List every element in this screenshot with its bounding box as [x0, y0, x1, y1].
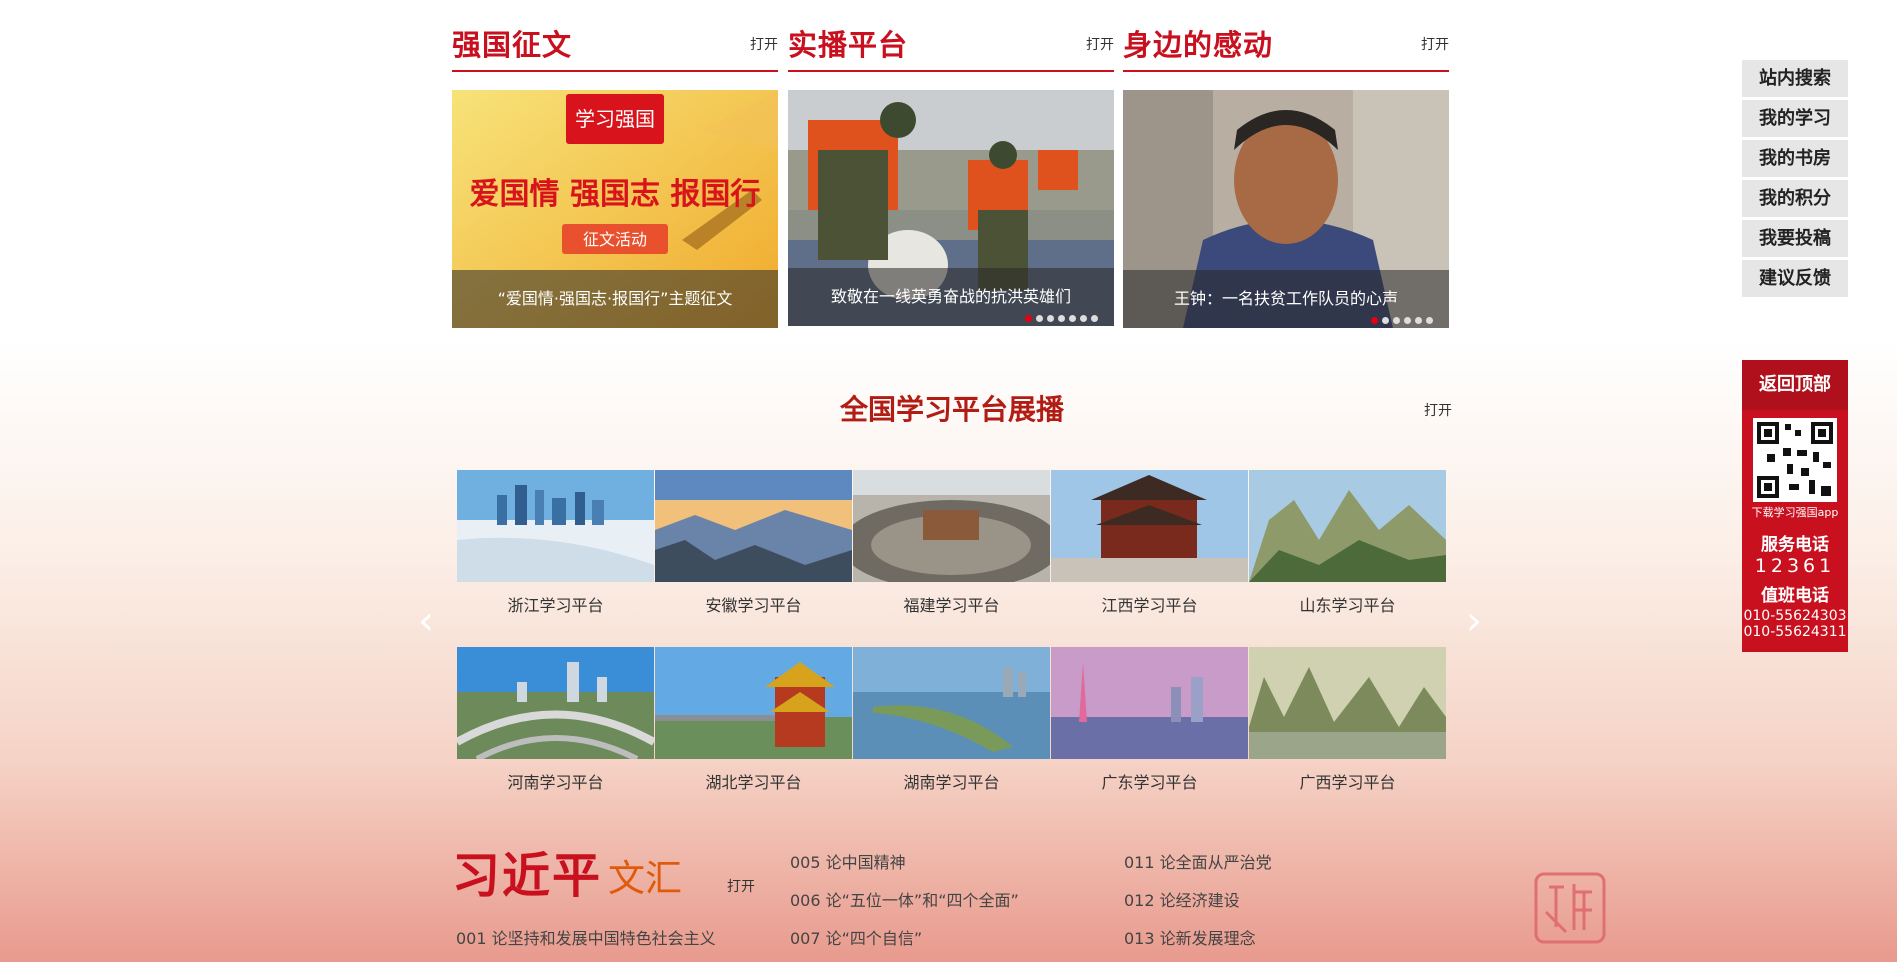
seal-stamp-icon — [1534, 872, 1606, 944]
my-study-button[interactable]: 我的学习 — [1742, 100, 1848, 137]
section-header: 身边的感动 打开 — [1123, 0, 1449, 72]
banner-logo-text: 学习强国 — [575, 107, 655, 131]
open-link[interactable]: 打开 — [1421, 34, 1449, 54]
contact-panel: 返回顶部 下载学习强国app 服务电话 12361 值班电话 010-55624… — [1742, 360, 1848, 652]
tile-image — [1249, 647, 1446, 759]
wenhui-link[interactable]: 007 论“四个自信” — [790, 925, 922, 949]
duty-phone-number: 010-55624311 — [1743, 624, 1847, 640]
platform-tile-jiangxi[interactable]: 江西学习平台 — [1051, 470, 1248, 615]
tile-label[interactable]: 广东学习平台 — [1051, 769, 1248, 793]
carousel-dot[interactable] — [1371, 317, 1378, 324]
wenhui-link[interactable]: 011 论全面从严治党 — [1124, 849, 1272, 873]
carousel-dot[interactable] — [1393, 317, 1400, 324]
section-title: 实播平台 — [788, 28, 909, 62]
carousel-next-icon[interactable]: › — [1466, 598, 1482, 644]
tile-label[interactable]: 湖北学习平台 — [655, 769, 852, 793]
tile-image — [1249, 470, 1446, 582]
section-header: 强国征文 打开 — [452, 0, 778, 72]
platform-tile-henan[interactable]: 河南学习平台 — [455, 647, 656, 792]
tile-label[interactable]: 河南学习平台 — [457, 769, 654, 793]
carousel-dot[interactable] — [1080, 315, 1087, 322]
banner-sub: 征文活动 — [583, 230, 647, 249]
section-essay: 强国征文 打开 学习强国 爱国情 强国志 报国行 征文活动 “爱国情·强国志·报… — [452, 0, 778, 328]
tile-label[interactable]: 福建学习平台 — [853, 592, 1050, 616]
tile-image — [457, 470, 654, 582]
my-points-button[interactable]: 我的积分 — [1742, 180, 1848, 217]
platform-tile-guangdong[interactable]: 广东学习平台 — [1051, 647, 1248, 792]
carousel-dots — [1025, 315, 1098, 322]
carousel-prev-icon[interactable]: ‹ — [418, 598, 434, 644]
section-touching: 身边的感动 打开 王钟：一名扶贫工作队员的心声 — [1123, 0, 1449, 328]
platform-tile-guangxi[interactable]: 广西学习平台 — [1249, 647, 1446, 792]
my-bookshelf-button[interactable]: 我的书房 — [1742, 140, 1848, 177]
banner-headline: 爱国情 强国志 报国行 — [470, 177, 761, 212]
carousel-dot[interactable] — [1069, 315, 1076, 322]
platform-tile-anhui[interactable]: 安徽学习平台 — [655, 470, 852, 615]
duty-phone-label: 值班电话 — [1761, 586, 1829, 606]
tile-label[interactable]: 江西学习平台 — [1051, 592, 1248, 616]
tile-label[interactable]: 安徽学习平台 — [655, 592, 852, 616]
carousel-dot[interactable] — [1036, 315, 1043, 322]
platform-tile-zhejiang[interactable]: 浙江学习平台 — [457, 470, 654, 615]
showcase-open-link[interactable]: 打开 — [1424, 400, 1452, 420]
tile-label[interactable]: 浙江学习平台 — [457, 592, 654, 616]
tile-image — [655, 470, 852, 582]
tile-image — [1051, 647, 1248, 759]
carousel-dot[interactable] — [1047, 315, 1054, 322]
open-link[interactable]: 打开 — [1086, 34, 1114, 54]
section-header: 实播平台 打开 — [788, 0, 1114, 72]
platform-tile-shandong[interactable]: 山东学习平台 — [1249, 470, 1446, 615]
tile-label[interactable]: 广西学习平台 — [1249, 769, 1446, 793]
platform-tile-fujian[interactable]: 福建学习平台 — [841, 470, 1061, 615]
wenhui-link[interactable]: 005 论中国精神 — [790, 849, 906, 873]
platform-tile-hubei[interactable]: 湖北学习平台 — [655, 647, 852, 792]
wenhui-link[interactable]: 013 论新发展理念 — [1124, 925, 1256, 949]
section-broadcast: 实播平台 打开 致敬在一线英勇奋战的抗洪英雄们 — [788, 0, 1114, 326]
download-app-label[interactable]: 下载学习强国app — [1742, 504, 1848, 520]
carousel-dot[interactable] — [1091, 315, 1098, 322]
wenhui-link[interactable]: 006 论“五位一体”和“四个全面” — [790, 887, 1019, 911]
section-title: 强国征文 — [452, 28, 573, 62]
open-link[interactable]: 打开 — [750, 34, 778, 54]
wenhui-subtitle: 文汇 — [608, 857, 682, 900]
wenhui-link[interactable]: 001 论坚持和发展中国特色社会主义 — [456, 925, 716, 949]
showcase-title: 全国学习平台展播 — [840, 393, 1065, 426]
tile-image — [455, 647, 656, 762]
touching-card[interactable]: 王钟：一名扶贫工作队员的心声 — [1123, 90, 1449, 328]
tile-label[interactable]: 山东学习平台 — [1249, 592, 1446, 616]
service-phone-number: 12361 — [1754, 555, 1836, 577]
submit-article-button[interactable]: 我要投稿 — [1742, 220, 1848, 257]
broadcast-card[interactable]: 致敬在一线英勇奋战的抗洪英雄们 — [788, 90, 1114, 326]
tile-label[interactable]: 湖南学习平台 — [853, 769, 1050, 793]
platform-tile-hunan[interactable]: 湖南学习平台 — [853, 647, 1050, 792]
duty-phone-number: 010-55624303 — [1743, 608, 1847, 624]
feedback-button[interactable]: 建议反馈 — [1742, 260, 1848, 297]
right-sidebar: 站内搜索 我的学习 我的书房 我的积分 我要投稿 建议反馈 返回顶部 下载学习强… — [1742, 60, 1848, 652]
wenhui-link[interactable]: 012 论经济建设 — [1124, 887, 1240, 911]
tile-image — [841, 470, 1061, 590]
site-search-button[interactable]: 站内搜索 — [1742, 60, 1848, 97]
carousel-dot[interactable] — [1404, 317, 1411, 324]
card-caption[interactable]: “爱国情·强国志·报国行”主题征文 — [452, 270, 778, 328]
service-phone-label: 服务电话 — [1761, 535, 1829, 555]
carousel-dot[interactable] — [1426, 317, 1433, 324]
tile-image — [655, 647, 852, 759]
tile-image — [853, 647, 1050, 759]
carousel-dots — [1371, 317, 1433, 324]
wenhui-title: 习近平 — [452, 848, 603, 904]
wenhui-open-link[interactable]: 打开 — [727, 876, 755, 896]
carousel-dot[interactable] — [1058, 315, 1065, 322]
back-to-top-button[interactable]: 返回顶部 — [1742, 360, 1848, 410]
tile-image — [1051, 470, 1248, 582]
carousel-dot[interactable] — [1382, 317, 1389, 324]
carousel-dot[interactable] — [1415, 317, 1422, 324]
qr-code-icon[interactable] — [1753, 418, 1837, 502]
section-title: 身边的感动 — [1123, 28, 1274, 62]
essay-banner-card[interactable]: 学习强国 爱国情 强国志 报国行 征文活动 “爱国情·强国志·报国行”主题征文 — [452, 90, 778, 328]
carousel-dot[interactable] — [1025, 315, 1032, 322]
